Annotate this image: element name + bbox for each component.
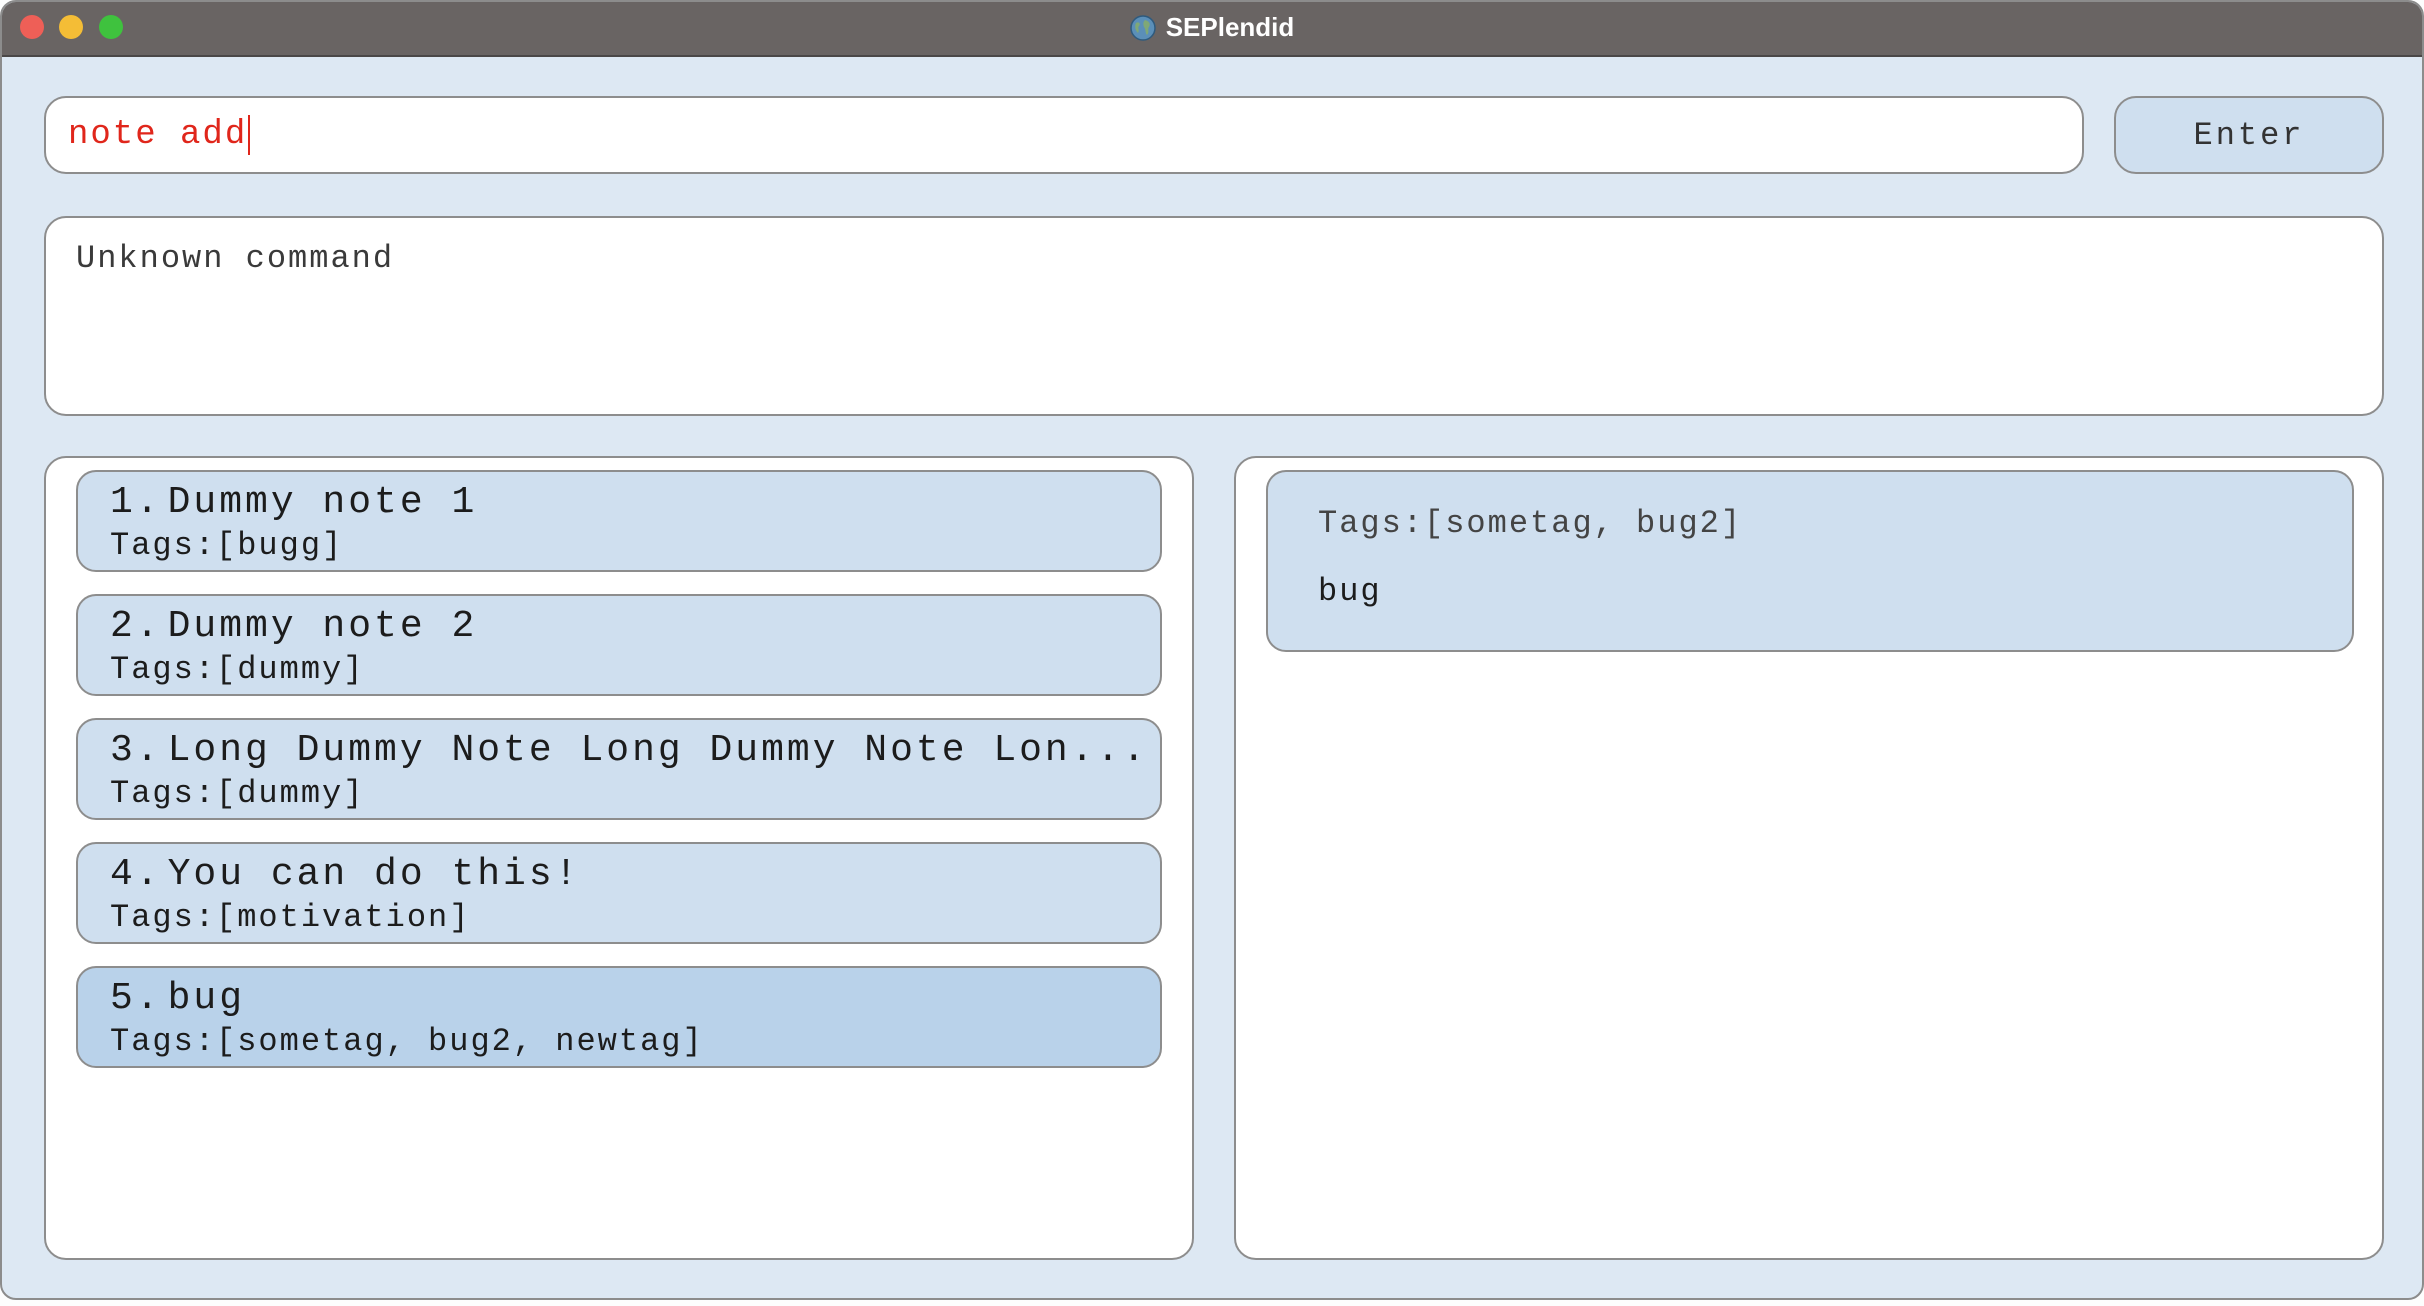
result-display: Unknown command [44, 216, 2384, 416]
title-bar: SEPlendid [2, 2, 2422, 57]
command-input-text: note add [68, 116, 248, 154]
note-title-line: 3. Long Dummy Note Long Dummy Note Lon... [110, 728, 1160, 774]
note-tags: Tags:[dummy] [110, 775, 365, 812]
app-window: SEPlendid note add Enter Unknown command… [0, 0, 2424, 1300]
note-title-line: 2. Dummy note 2 [110, 604, 1160, 650]
detail-tags: Tags:[sometag, bug2] [1318, 505, 1743, 542]
note-list-panel[interactable]: 1. Dummy note 1 Tags:[bugg] 2. Dummy note … [44, 456, 1194, 1260]
note-tags: Tags:[sometag, bug2, newtag] [110, 1023, 704, 1060]
note-detail-panel: Tags:[sometag, bug2] bug [1234, 456, 2384, 1260]
note-tags: Tags:[bugg] [110, 527, 344, 564]
globe-icon [1129, 14, 1156, 41]
note-title: bug [167, 977, 246, 1020]
enter-button[interactable]: Enter [2114, 96, 2384, 174]
window-title-group: SEPlendid [2, 2, 2422, 53]
note-card[interactable]: 3. Long Dummy Note Long Dummy Note Lon...… [76, 718, 1162, 820]
window-title: SEPlendid [1165, 12, 1295, 42]
note-card-selected[interactable]: 5. bug Tags:[sometag, bug2, newtag] [76, 966, 1162, 1068]
note-index: 5. [110, 977, 162, 1020]
note-card[interactable]: 1. Dummy note 1 Tags:[bugg] [76, 470, 1162, 572]
note-index: 4. [110, 853, 162, 896]
detail-body: bug [1318, 573, 1382, 610]
note-tags: Tags:[dummy] [110, 651, 365, 688]
note-title: You can do this! [167, 853, 581, 896]
note-tags: Tags:[motivation] [110, 899, 471, 936]
note-card[interactable]: 2. Dummy note 2 Tags:[dummy] [76, 594, 1162, 696]
note-index: 1. [110, 481, 162, 524]
note-index: 3. [110, 729, 162, 772]
note-detail-card: Tags:[sometag, bug2] bug [1266, 470, 2354, 652]
note-title-line: 5. bug [110, 976, 1160, 1022]
note-title-line: 4. You can do this! [110, 852, 1160, 898]
text-caret [248, 115, 251, 155]
note-title: Dummy note 2 [167, 605, 478, 648]
command-input[interactable]: note add [44, 96, 2084, 174]
note-title: Long Dummy Note Long Dummy Note Lon... [167, 729, 1149, 772]
note-title-line: 1. Dummy note 1 [110, 480, 1160, 526]
note-index: 2. [110, 605, 162, 648]
note-title: Dummy note 1 [167, 481, 478, 524]
note-card[interactable]: 4. You can do this! Tags:[motivation] [76, 842, 1162, 944]
